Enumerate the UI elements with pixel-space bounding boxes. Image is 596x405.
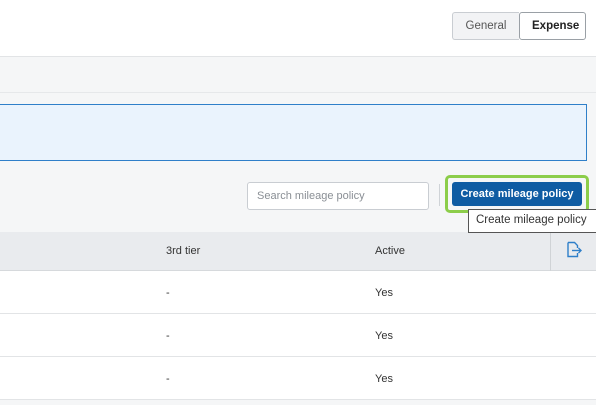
view-toggle: General Expense	[452, 12, 586, 40]
tab-general[interactable]: General	[452, 12, 519, 40]
mileage-policy-table: 3rd tier Active - Yes - Yes - Yes	[0, 232, 596, 400]
create-mileage-policy-button[interactable]: Create mileage policy	[452, 182, 582, 206]
sub-header-band	[0, 57, 596, 93]
table-header: 3rd tier Active	[0, 232, 596, 271]
cell-active: Yes	[375, 330, 393, 342]
column-header-3rd-tier[interactable]: 3rd tier	[166, 245, 200, 257]
cell-3rd-tier: -	[166, 287, 170, 299]
create-button-tooltip: Create mileage policy	[468, 209, 596, 233]
export-icon	[566, 241, 582, 263]
toolbar-divider	[439, 184, 440, 206]
cell-3rd-tier: -	[166, 373, 170, 385]
cell-active: Yes	[375, 287, 393, 299]
search-input[interactable]	[247, 182, 429, 210]
table-row[interactable]: - Yes	[0, 357, 596, 400]
info-banner	[0, 104, 587, 161]
top-bar: General Expense	[0, 0, 596, 57]
export-button[interactable]	[550, 232, 596, 271]
table-row[interactable]: - Yes	[0, 271, 596, 314]
cell-active: Yes	[375, 373, 393, 385]
tab-expense[interactable]: Expense	[519, 12, 586, 40]
table-row[interactable]: - Yes	[0, 314, 596, 357]
column-header-active[interactable]: Active	[375, 245, 405, 257]
cell-3rd-tier: -	[166, 330, 170, 342]
create-button-highlight: Create mileage policy	[445, 175, 589, 213]
